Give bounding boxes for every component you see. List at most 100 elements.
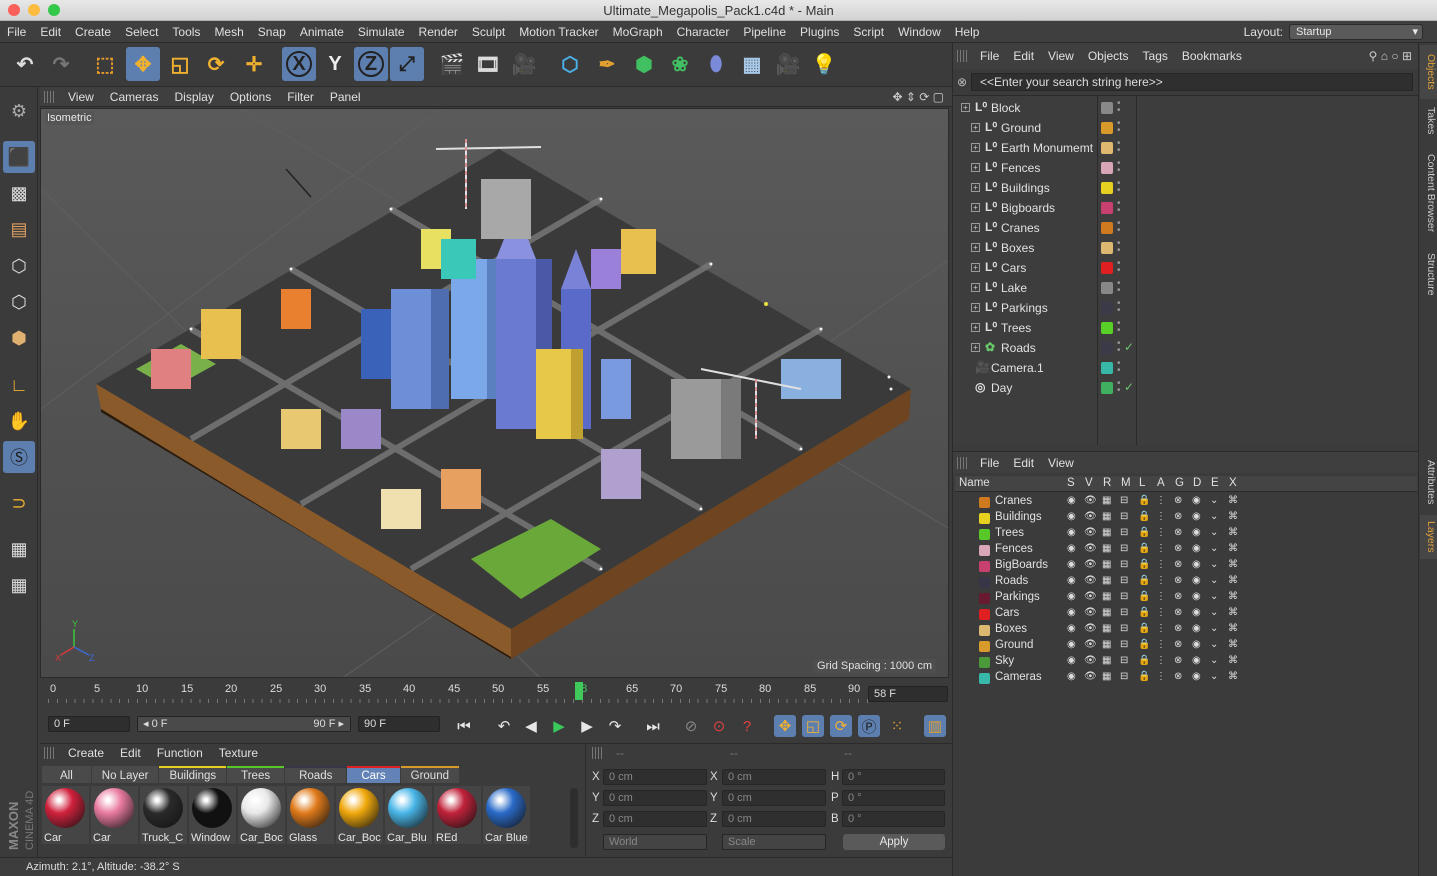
material-tab-buildings[interactable]: Buildings [159, 766, 227, 783]
side-tab-attributes[interactable]: Attributes [1420, 451, 1437, 513]
manager-icon[interactable]: ⊟ [1120, 655, 1128, 666]
view-icon[interactable]: 👁 [1084, 495, 1097, 506]
viewport-menu-view[interactable]: View [60, 90, 102, 104]
material-swatch[interactable]: Truck_C [140, 786, 187, 844]
locked-icon[interactable]: 🔒 [1138, 559, 1150, 570]
x-axis-lock-button[interactable]: X [282, 47, 316, 81]
menu-file[interactable]: File [0, 25, 33, 39]
side-tab-objects[interactable]: Objects [1420, 45, 1437, 99]
manager-icon[interactable]: ⊟ [1120, 591, 1128, 602]
generators-icon[interactable]: ⊗ [1174, 543, 1182, 554]
menu-snap[interactable]: Snap [251, 25, 293, 39]
position-z-field[interactable]: 0 cm [603, 811, 707, 827]
enabled-check-icon[interactable]: ✓ [1124, 380, 1134, 394]
visibility-dots-icon[interactable]: • • [1117, 339, 1121, 356]
layer-color-swatch[interactable] [1101, 362, 1113, 374]
rotation-p-field[interactable]: 0 ° [842, 790, 945, 806]
coordinate-system-icon[interactable]: ⤢ [390, 47, 424, 81]
3d-viewport[interactable]: Y Z X Isometric Grid Spacing : 1000 cm [40, 108, 949, 678]
visibility-dots-icon[interactable]: • • [1117, 319, 1121, 336]
frame-ruler[interactable]: 0 5 10 15 20 25 30 35 40 45 50 55 58 65 … [48, 680, 868, 704]
material-tab-cars[interactable]: Cars [347, 766, 400, 783]
menu-create[interactable]: Create [68, 25, 118, 39]
expressions-icon[interactable]: ⌄ [1210, 495, 1218, 506]
close-search-icon[interactable]: ⊗ [953, 75, 971, 89]
render-icon[interactable]: ▦ [1102, 543, 1111, 554]
visibility-dots-icon[interactable]: • • [1117, 179, 1121, 196]
next-key-icon[interactable]: ↷ [604, 715, 626, 737]
solo-icon[interactable]: ◉ [1067, 575, 1076, 586]
render-icon[interactable]: ▦ [1102, 559, 1111, 570]
layer-color-swatch[interactable] [979, 657, 990, 668]
animation-icon[interactable]: ⋮ [1156, 591, 1166, 602]
timeline-window-icon[interactable]: ▥ [924, 715, 946, 737]
apply-button[interactable]: Apply [843, 834, 945, 850]
layer-row[interactable]: Roads ◉ 👁 ▦ ⊟ 🔒 ⋮ ⊗ ◉ ⌄ ⌘ [955, 574, 1417, 590]
visibility-dots-icon[interactable]: • • [1117, 259, 1121, 276]
visibility-dots-icon[interactable]: • • [1117, 159, 1121, 176]
visibility-dots-icon[interactable]: • • [1117, 199, 1121, 216]
layer-color-swatch[interactable] [1101, 182, 1113, 194]
render-icon[interactable]: ▦ [1102, 639, 1111, 650]
menu-help[interactable]: Help [948, 25, 987, 39]
animation-icon[interactable]: ⋮ [1156, 559, 1166, 570]
manager-icon[interactable]: ⊟ [1120, 543, 1128, 554]
layer-color-swatch[interactable] [1101, 302, 1113, 314]
solo-icon[interactable]: ◉ [1067, 559, 1076, 570]
expand-toggle-icon[interactable]: + [961, 103, 970, 112]
rotate-tool-icon[interactable]: ⟳ [199, 47, 233, 81]
layer-color-swatch[interactable] [1101, 162, 1113, 174]
view-icon[interactable]: 👁 [1084, 671, 1097, 682]
visibility-dots-icon[interactable]: • • [1117, 239, 1121, 256]
objects-menu-bookmarks[interactable]: Bookmarks [1175, 49, 1249, 63]
expand-toggle-icon[interactable]: + [971, 163, 980, 172]
key-parameter-icon[interactable]: Ⓟ [858, 715, 880, 737]
keyframe-selection-icon[interactable]: ? [736, 715, 758, 737]
view-icon[interactable]: 👁 [1084, 575, 1097, 586]
position-y-field[interactable]: 0 cm [603, 790, 707, 806]
material-tab-roads[interactable]: Roads [285, 766, 347, 783]
animation-icon[interactable]: ⋮ [1156, 527, 1166, 538]
side-tab-layers[interactable]: Layers [1420, 515, 1437, 559]
layers-menu-edit[interactable]: Edit [1006, 456, 1041, 470]
material-tab-all[interactable]: All [42, 766, 91, 783]
objects-menu-edit[interactable]: Edit [1006, 49, 1041, 63]
floor-scene-icon[interactable]: ▦ [735, 47, 769, 81]
light-icon[interactable]: 💡 [807, 47, 841, 81]
viewport-menu-cameras[interactable]: Cameras [102, 90, 167, 104]
layer-color-swatch[interactable] [1101, 102, 1113, 114]
visibility-dots-icon[interactable]: • • [1117, 99, 1121, 116]
locked-icon[interactable]: 🔒 [1138, 543, 1150, 554]
position-x-field[interactable]: 0 cm [603, 769, 707, 785]
object-row[interactable]: + L⁰ Cars • • [953, 258, 1419, 278]
solo-icon[interactable]: ◉ [1067, 639, 1076, 650]
manager-icon[interactable]: ⊟ [1120, 575, 1128, 586]
snap-icon[interactable]: Ⓢ [3, 441, 35, 473]
expressions-icon[interactable]: ⌄ [1210, 639, 1218, 650]
zoom-window-button[interactable] [48, 4, 60, 16]
layer-color-swatch[interactable] [979, 625, 990, 636]
layer-row[interactable]: Boxes ◉ 👁 ▦ ⊟ 🔒 ⋮ ⊗ ◉ ⌄ ⌘ [955, 622, 1417, 638]
layer-color-swatch[interactable] [979, 577, 990, 588]
render-icon[interactable]: ▦ [1102, 495, 1111, 506]
view-icon[interactable]: 👁 [1084, 655, 1097, 666]
deformer-icon[interactable]: ⬮ [699, 47, 733, 81]
expressions-icon[interactable]: ⌄ [1210, 671, 1218, 682]
material-swatch[interactable]: Car Blue [483, 786, 530, 844]
layer-color-swatch[interactable] [979, 593, 990, 604]
menu-motion-tracker[interactable]: Motion Tracker [512, 25, 605, 39]
layers-menu-view[interactable]: View [1041, 456, 1081, 470]
object-row[interactable]: + L⁰ Trees • • [953, 318, 1419, 338]
menu-select[interactable]: Select [118, 25, 165, 39]
layer-color-swatch[interactable] [1101, 382, 1113, 394]
expressions-icon[interactable]: ⌄ [1210, 607, 1218, 618]
object-row[interactable]: + L⁰ Earth Monumemt • • [953, 138, 1419, 158]
expand-toggle-icon[interactable]: + [971, 323, 980, 332]
animation-icon[interactable]: ⋮ [1156, 543, 1166, 554]
panel-grip-icon[interactable] [957, 50, 969, 62]
deformers-icon[interactable]: ◉ [1192, 607, 1201, 618]
menu-plugins[interactable]: Plugins [793, 25, 846, 39]
expressions-icon[interactable]: ⌄ [1210, 559, 1218, 570]
timeline-ruler[interactable]: 0 5 10 15 20 25 30 35 40 45 50 55 58 65 … [40, 680, 952, 706]
menu-render[interactable]: Render [412, 25, 465, 39]
